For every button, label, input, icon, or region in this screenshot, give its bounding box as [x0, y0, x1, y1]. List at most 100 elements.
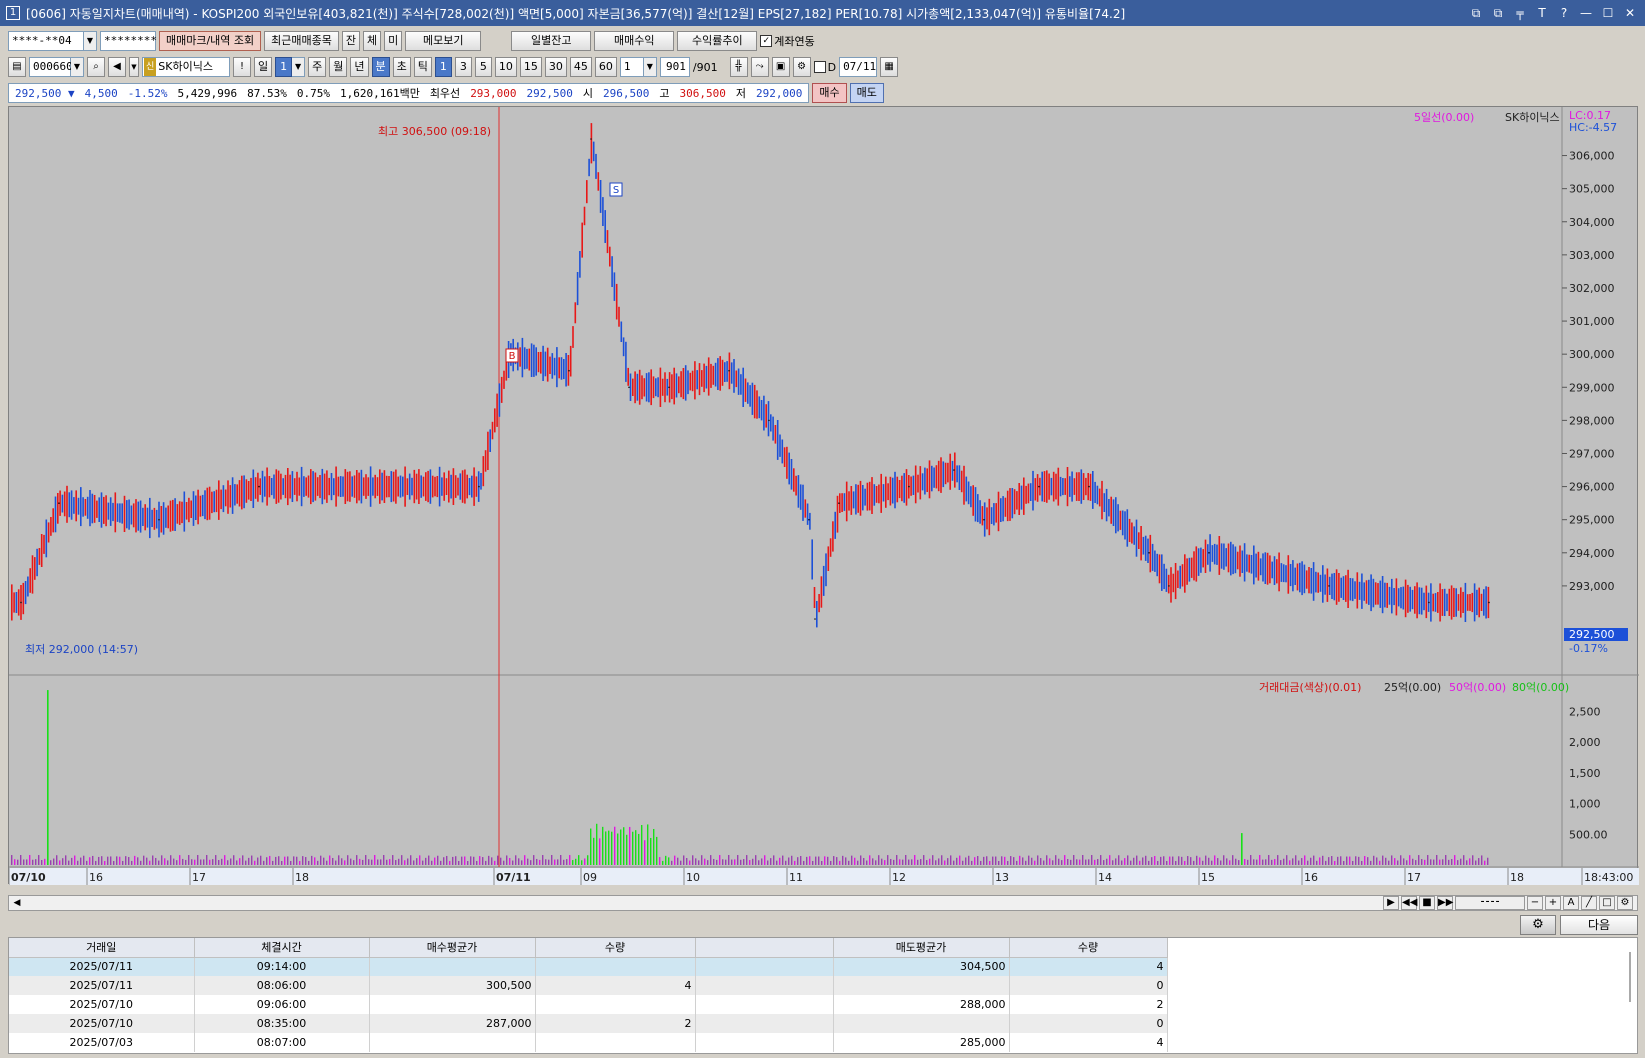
scroll-left-icon[interactable]: ◀ — [9, 898, 25, 908]
bars-shown-input[interactable]: 901 — [659, 57, 690, 77]
ma5-legend[interactable]: 5일선(0.00) — [1414, 110, 1474, 124]
zoom-out-icon[interactable]: − — [1527, 896, 1543, 910]
col-exec-time[interactable]: 체결시간 — [194, 938, 370, 958]
text-tool-icon[interactable]: A — [1563, 896, 1579, 910]
candle-type-icon[interactable]: ╬ — [729, 57, 748, 77]
cascade-icon[interactable]: ⧉ — [1491, 6, 1505, 21]
date-input[interactable]: 07/11 — [839, 57, 878, 77]
close-icon[interactable]: ✕ — [1623, 6, 1637, 21]
sell-marker[interactable]: S — [609, 182, 623, 197]
interval-5-button[interactable]: 5 — [474, 57, 492, 77]
square-tool-icon[interactable]: □ — [1599, 896, 1615, 910]
unfilled-button[interactable]: 미 — [384, 31, 403, 51]
save-icon[interactable]: ▣ — [771, 57, 790, 77]
chevron-down-icon[interactable]: ▼ — [71, 57, 84, 77]
calendar-icon[interactable]: ▦ — [880, 57, 899, 77]
font-icon[interactable]: T — [1535, 6, 1549, 21]
account-input[interactable]: ****-**04 — [8, 31, 84, 51]
period-daily-button[interactable]: 일 — [254, 57, 273, 77]
balance-button[interactable]: 잔 — [341, 31, 361, 51]
speaker-icon[interactable]: ◀ — [108, 57, 126, 77]
interval-60-button[interactable]: 60 — [594, 57, 617, 77]
count-input[interactable]: 1 — [619, 57, 644, 77]
gear-icon[interactable]: ⚙ — [1520, 915, 1556, 935]
settings-tool-icon[interactable]: ⚙ — [1617, 896, 1633, 910]
period-tick-button[interactable]: 틱 — [413, 57, 432, 77]
table-row[interactable]: 2025/07/03 08:07:00 285,000 4 — [9, 1033, 1168, 1052]
amount-50-legend[interactable]: 50억(0.00) — [1449, 681, 1506, 694]
sell-button[interactable]: 매도 — [849, 83, 884, 103]
date-checkbox[interactable]: D — [813, 61, 836, 74]
interval-10-button[interactable]: 10 — [494, 57, 517, 77]
stock-code-input[interactable]: 000660 — [29, 57, 73, 77]
col-sell-qty[interactable]: 수량 — [1009, 938, 1168, 958]
period-value-combo[interactable]: 1 ▼ — [275, 57, 306, 77]
gear-icon[interactable]: ⚙ — [792, 57, 811, 77]
period-monthly-button[interactable]: 월 — [329, 57, 348, 77]
table-scrollbar[interactable] — [1625, 942, 1635, 1042]
executed-button[interactable]: 체 — [363, 31, 382, 51]
stock-legend[interactable]: SK하이닉스 — [1505, 110, 1560, 124]
trade-mark-query-button[interactable]: 매매마크/내역 조회 — [159, 31, 262, 51]
count-combo[interactable]: 1 ▼ — [619, 57, 657, 77]
link-window-icon[interactable]: ⧉ — [1469, 6, 1483, 21]
stop-icon[interactable]: ■ — [1419, 896, 1435, 910]
search-icon[interactable]: ⌕ — [87, 57, 105, 77]
amount-25-legend[interactable]: 25억(0.00) — [1384, 681, 1441, 694]
line-tool-icon[interactable]: ╱ — [1581, 896, 1597, 910]
account-link-checkbox[interactable]: ✓ 계좌연동 — [760, 33, 815, 49]
alert-icon[interactable]: ! — [233, 57, 251, 77]
checkbox-icon[interactable] — [813, 61, 826, 73]
next-button[interactable]: 다음 — [1560, 915, 1638, 935]
interval-45-button[interactable]: 45 — [569, 57, 592, 77]
interval-1-button[interactable]: 1 — [434, 57, 452, 77]
col-sell-avg[interactable]: 매도평균가 — [833, 938, 1010, 958]
stock-code-combo[interactable]: 000660 ▼ — [29, 57, 84, 77]
table-row[interactable]: 2025/07/10 09:06:00 288,000 2 — [9, 995, 1168, 1014]
period-value[interactable]: 1 — [275, 57, 293, 77]
table-row[interactable]: 2025/07/11 09:14:00 304,500 4 — [9, 957, 1168, 976]
stock-chart[interactable]: 306,000 305,000 304,000 303,000 302,000 301,0… — [8, 106, 1639, 885]
profit-rate-button[interactable]: 수익률추이 — [677, 31, 758, 51]
chevron-down-icon[interactable]: ▼ — [84, 31, 97, 51]
checkbox-icon[interactable]: ✓ — [760, 35, 773, 47]
layout-icon[interactable]: ▤ — [8, 57, 26, 77]
buy-button[interactable]: 매수 — [812, 83, 847, 103]
col-buy-qty[interactable]: 수량 — [535, 938, 696, 958]
minimize-icon[interactable]: — — [1579, 6, 1593, 21]
pin-icon[interactable]: ╤ — [1513, 6, 1527, 21]
interval-30-button[interactable]: 30 — [544, 57, 567, 77]
daily-balance-button[interactable]: 일별잔고 — [511, 31, 592, 51]
stock-name-box[interactable]: 신 SK하이닉스 — [142, 57, 230, 77]
rewind-icon[interactable]: ◀◀ — [1401, 896, 1417, 910]
chart-canvas[interactable]: 306,000 305,000 304,000 303,000 302,000 301,0… — [9, 107, 1639, 885]
period-yearly-button[interactable]: 년 — [350, 57, 369, 77]
buy-marker[interactable]: B — [505, 348, 519, 363]
chart-scrollbar[interactable]: ◀ ▶ ◀◀ ■ ▶▶ ⁃⁃⁃⁃ − + A ╱ □ ⚙ — [8, 895, 1638, 911]
period-minute-button[interactable]: 분 — [371, 57, 390, 77]
chevron-down-icon[interactable]: ▼ — [129, 57, 139, 77]
table-row[interactable]: 2025/07/10 08:35:00 287,000 2 0 — [9, 1014, 1168, 1033]
indicator-icon[interactable]: ⤳ — [750, 57, 769, 77]
play-icon[interactable]: ▶ — [1383, 896, 1399, 910]
interval-3-button[interactable]: 3 — [454, 57, 472, 77]
recent-trades-button[interactable]: 최근매매종목 — [264, 31, 339, 51]
account-combo[interactable]: ****-**04 ▼ — [8, 31, 97, 51]
amount-80-legend[interactable]: 80억(0.00) — [1512, 681, 1569, 694]
chevron-down-icon[interactable]: ▼ — [292, 57, 306, 77]
interval-15-button[interactable]: 15 — [519, 57, 542, 77]
zoom-in-icon[interactable]: + — [1545, 896, 1561, 910]
zoom-slider[interactable]: ⁃⁃⁃⁃ — [1455, 896, 1525, 910]
col-buy-avg[interactable]: 매수평균가 — [369, 938, 536, 958]
scroll-track[interactable] — [25, 897, 1383, 909]
memo-button[interactable]: 메모보기 — [405, 31, 482, 51]
maximize-icon[interactable]: ☐ — [1601, 6, 1615, 21]
help-icon[interactable]: ? — [1557, 6, 1571, 21]
chevron-down-icon[interactable]: ▼ — [643, 57, 657, 77]
fast-forward-icon[interactable]: ▶▶ — [1437, 896, 1453, 910]
table-row[interactable]: 2025/07/11 08:06:00 300,500 4 0 — [9, 976, 1168, 995]
amount-legend[interactable]: 거래대금(색상)(0.01) — [1259, 681, 1361, 694]
col-trade-date[interactable]: 거래일 — [9, 938, 195, 958]
period-weekly-button[interactable]: 주 — [308, 57, 327, 77]
period-second-button[interactable]: 초 — [392, 57, 411, 77]
